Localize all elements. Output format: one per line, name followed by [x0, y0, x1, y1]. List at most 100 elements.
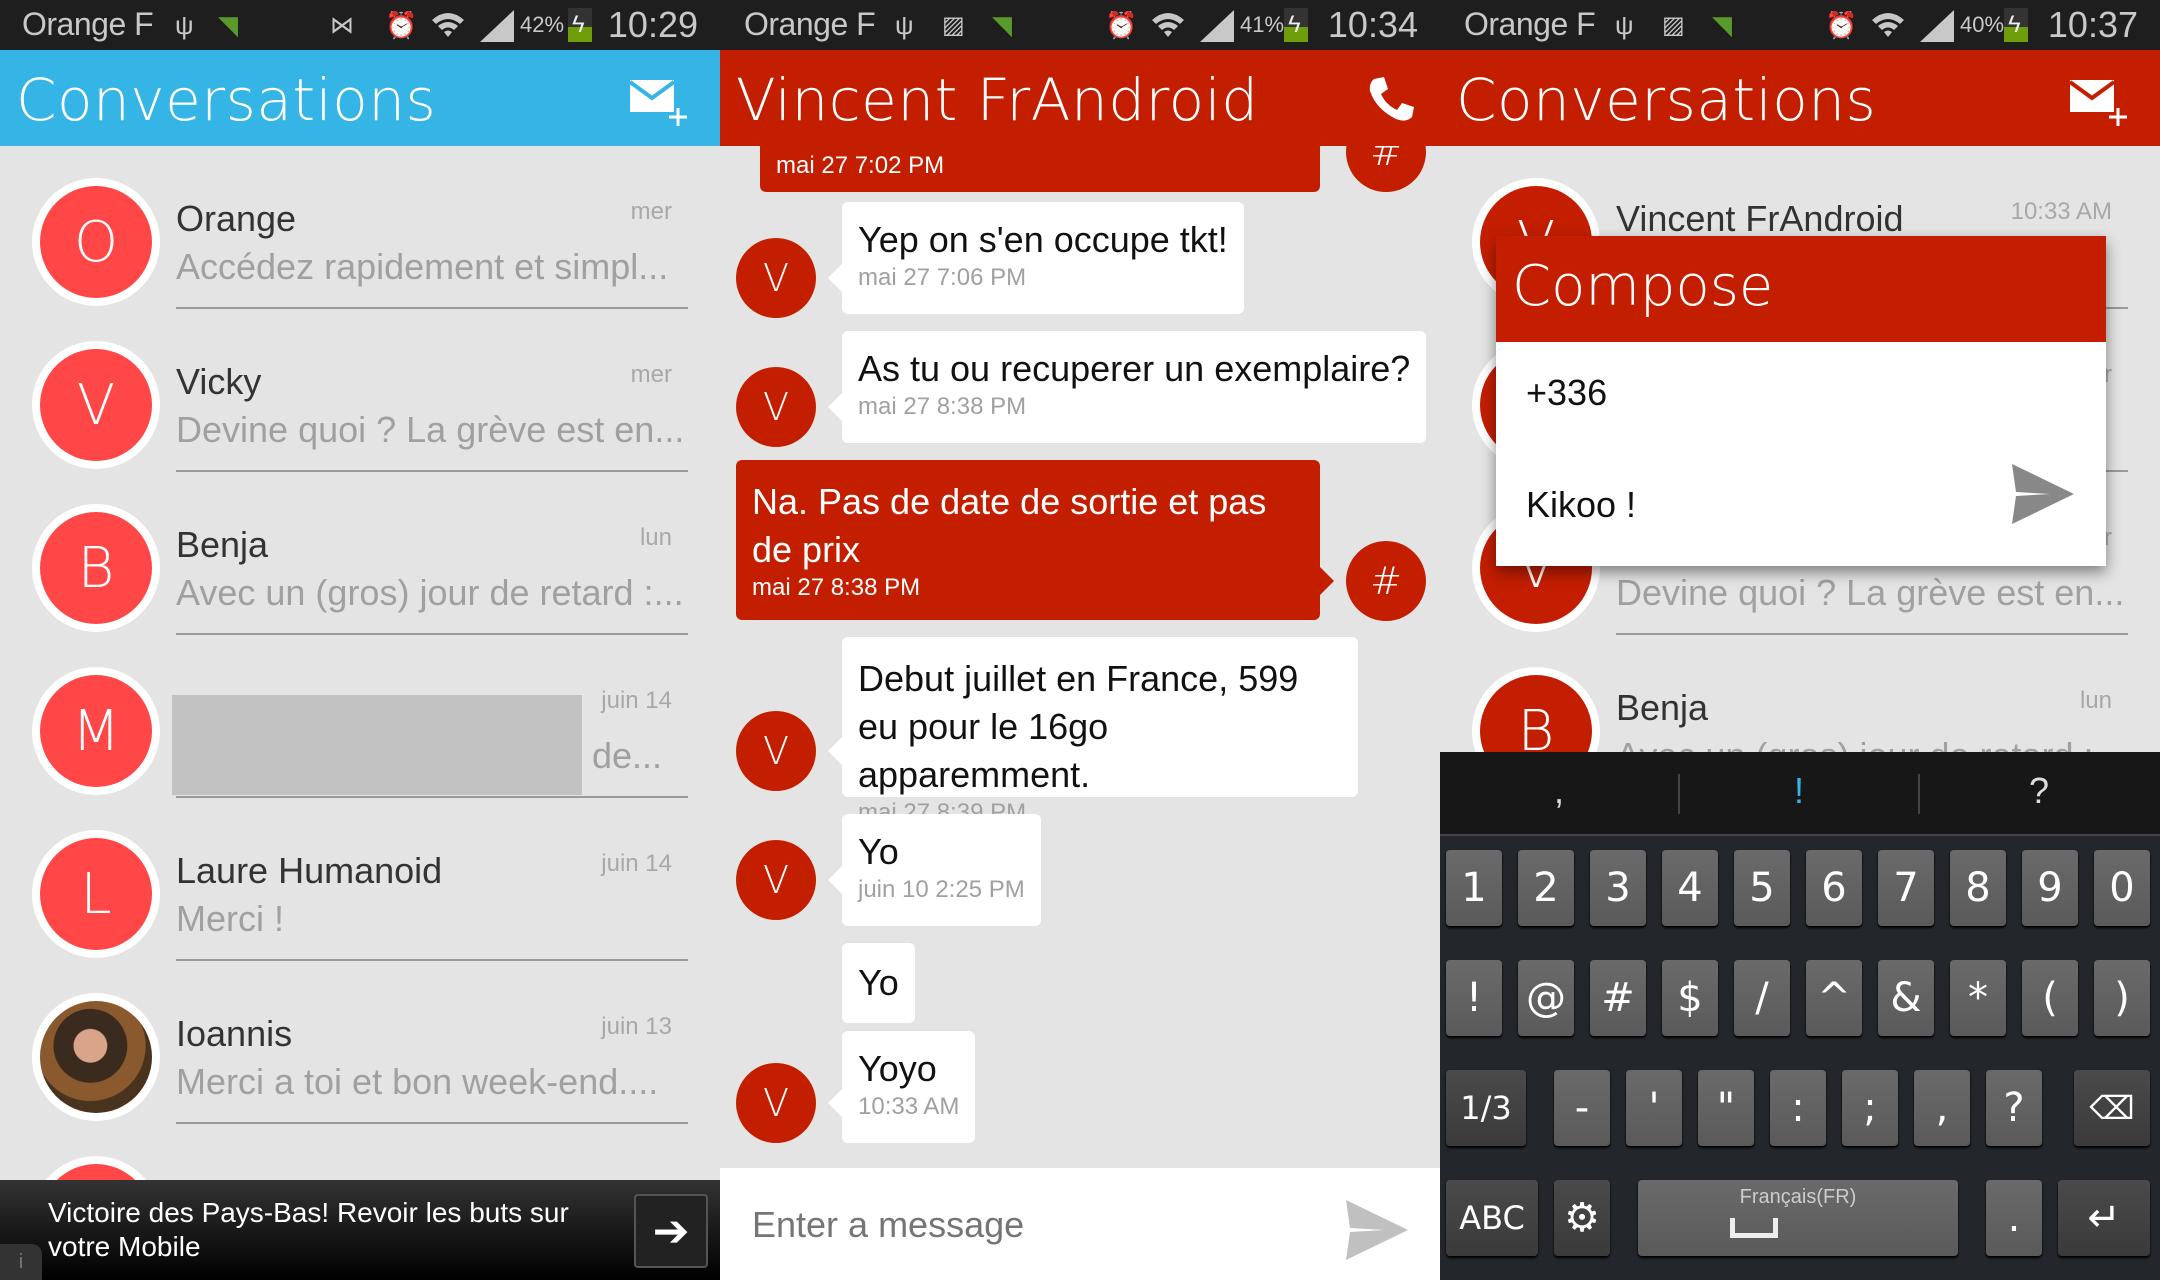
message-time: mai 27 8:38 PM [752, 574, 921, 601]
key[interactable]: 8 [1950, 850, 2006, 926]
message-input[interactable] [752, 1204, 1292, 1246]
conversation-item[interactable]: V Vicky Devine quoi ? La grève est en...… [0, 309, 720, 472]
key[interactable]: , [1914, 1070, 1970, 1146]
message-bubble-outgoing[interactable]: mai 27 7:02 PM [760, 146, 1320, 192]
new-message-icon[interactable] [630, 74, 690, 126]
signal-icon [480, 10, 514, 42]
key[interactable]: 2 [1518, 850, 1574, 926]
contact-name: Benja [176, 524, 269, 565]
usb-icon: ψ [895, 9, 914, 40]
enter-key[interactable]: ↵ [2058, 1180, 2150, 1256]
redacted-block [172, 695, 582, 795]
airdroid-icon: ◥ [1712, 9, 1732, 40]
message-text: As tu ou recuperer un exemplaire? [858, 348, 1411, 389]
avatar: L [40, 838, 152, 950]
contact-name: Laure Humanoid [176, 850, 443, 891]
info-icon[interactable]: i [0, 1244, 42, 1280]
new-message-icon[interactable] [2070, 74, 2130, 126]
status-bar: Orange F ψ ▨ ◥ ⏰ 40% ϟ 10:37 [1440, 0, 2160, 50]
message-bubble-incoming[interactable]: Yep on s'en occupe tkt! mai 27 7:06 PM [842, 202, 1244, 314]
key[interactable]: 6 [1806, 850, 1862, 926]
battery-percent: 40% [1960, 12, 2005, 37]
message-composer [720, 1168, 1440, 1280]
conversation-date: juin 14 [601, 687, 672, 714]
key[interactable]: @ [1518, 960, 1574, 1036]
conversation-item[interactable]: Ioannis Merci a toi et bon week-end.... … [0, 961, 720, 1124]
conversation-item[interactable]: M de... juin 14 [0, 635, 720, 798]
key[interactable]: 4 [1662, 850, 1718, 926]
conversation-date: 10:33 AM [2010, 198, 2112, 225]
message-text: Debut juillet en France, 599 eu pour le … [858, 658, 1299, 795]
page-title: Conversations [16, 66, 437, 134]
send-icon[interactable] [1344, 1198, 1410, 1262]
key[interactable]: : [1770, 1070, 1826, 1146]
key[interactable]: * [1950, 960, 2006, 1036]
key[interactable]: ? [1986, 1070, 2042, 1146]
message-bubble-outgoing[interactable]: Na. Pas de date de sortie et pas de prix… [736, 460, 1320, 620]
avatar: # [1346, 146, 1426, 192]
message-bubble-incoming[interactable]: Yo juin 10 2:25 PM [842, 814, 1041, 926]
send-icon[interactable] [2010, 462, 2076, 526]
key[interactable]: 3 [1590, 850, 1646, 926]
conversation-item[interactable]: L Laure Humanoid Merci ! juin 14 [0, 798, 720, 961]
message-snippet: Devine quoi ? La grève est en... [1616, 572, 2125, 613]
message-input[interactable] [1526, 484, 1926, 526]
message-bubble-incoming[interactable]: Debut juillet en France, 599 eu pour le … [842, 637, 1358, 826]
battery-percent: 42% [520, 12, 565, 37]
battery-percent: 41% [1240, 12, 1285, 37]
settings-key[interactable]: ⚙ [1554, 1180, 1610, 1256]
suggestion[interactable]: ? [1920, 770, 2158, 812]
key[interactable]: & [1878, 960, 1934, 1036]
ad-arrow-button[interactable]: ➔ [634, 1194, 708, 1268]
message-snippet: Accédez rapidement et simpl... [176, 246, 669, 287]
message-bubble-incoming[interactable]: Yo [842, 943, 915, 1023]
key[interactable]: ! [1446, 960, 1502, 1036]
key[interactable]: # [1590, 960, 1646, 1036]
space-key[interactable]: Français(FR) [1638, 1180, 1958, 1256]
app-bar: Conversations [0, 50, 720, 146]
page-toggle-key[interactable]: 1/3 [1446, 1070, 1526, 1146]
key[interactable]: 7 [1878, 850, 1934, 926]
key[interactable]: 0 [2094, 850, 2150, 926]
key[interactable]: ; [1842, 1070, 1898, 1146]
message-time: juin 10 2:25 PM [858, 876, 1025, 903]
carrier-label: Orange F [1464, 6, 1596, 42]
airdroid-icon: ◥ [992, 9, 1012, 40]
abc-key[interactable]: ABC [1446, 1180, 1538, 1256]
contact-title: Vincent FrAndroid [736, 66, 1259, 134]
page-title: Conversations [1456, 66, 1877, 134]
conversation-date: lun [2079, 687, 2112, 714]
contact-name: Vincent FrAndroid [1616, 198, 1904, 239]
ad-banner[interactable]: Victoire des Pays-Bas! Revoir les buts s… [0, 1180, 720, 1280]
suggestion[interactable]: , [1440, 770, 1678, 812]
battery-icon: ϟ [568, 8, 592, 42]
key[interactable]: 1 [1446, 850, 1502, 926]
vibrate-mute-icon: ⋈ [330, 11, 354, 39]
suggestion[interactable]: ! [1680, 770, 1918, 812]
keyboard: , ! ? 1234567890 ! @ # $ / ^ & *() 1/3- ' ":;,? ⌫ … [1440, 752, 2160, 1280]
key[interactable]: ^ [1806, 960, 1862, 1036]
key[interactable]: ) [2094, 960, 2150, 1036]
conversation-item[interactable]: B Benja Avec un (gros) jour de retard :.… [0, 472, 720, 635]
key[interactable]: / [1734, 960, 1790, 1036]
conversation-item[interactable]: O Orange Accédez rapidement et simpl... … [0, 146, 720, 309]
recipient-input[interactable] [1526, 372, 1926, 414]
key[interactable]: 9 [2022, 850, 2078, 926]
message-bubble-incoming[interactable]: As tu ou recuperer un exemplaire? mai 27… [842, 331, 1427, 443]
carrier-label: Orange F [744, 6, 876, 42]
phone-icon[interactable] [1366, 74, 1416, 126]
key[interactable]: - [1554, 1070, 1610, 1146]
key[interactable]: ( [2022, 960, 2078, 1036]
clock: 10:34 [1327, 4, 1418, 45]
message-time: 10:33 AM [858, 1093, 960, 1120]
key[interactable]: ' [1626, 1070, 1682, 1146]
key[interactable]: 5 [1734, 850, 1790, 926]
message-snippet: Avec un (gros) jour de retard :... [176, 572, 684, 613]
carrier-label: Orange F [22, 6, 154, 42]
backspace-key[interactable]: ⌫ [2074, 1070, 2150, 1146]
key[interactable]: " [1698, 1070, 1754, 1146]
avatar: V [736, 1063, 816, 1143]
key[interactable]: $ [1662, 960, 1718, 1036]
message-bubble-incoming[interactable]: Yoyo 10:33 AM [842, 1031, 976, 1143]
period-key[interactable]: . [1986, 1180, 2042, 1256]
